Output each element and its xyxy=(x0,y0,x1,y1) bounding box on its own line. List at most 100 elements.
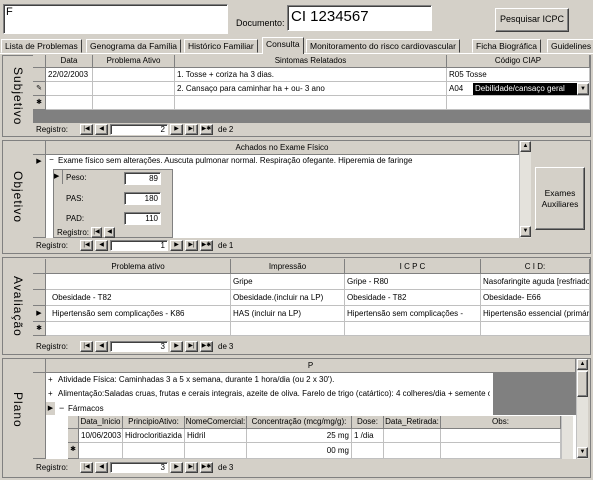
row-selector[interactable] xyxy=(68,429,79,443)
tab-historico-familiar[interactable]: Histórico Familiar xyxy=(184,39,258,53)
new-record-icon[interactable]: ✱ xyxy=(33,322,46,336)
cell-problema[interactable]: Obesidade - T82 xyxy=(46,290,231,306)
first-record-button[interactable]: |◀ xyxy=(80,462,93,473)
cell-impressao[interactable] xyxy=(231,322,345,336)
cell-codigo[interactable]: R05 Tosse xyxy=(447,68,590,82)
record-number-field[interactable]: 1 xyxy=(110,240,168,251)
expand-icon[interactable]: + xyxy=(48,375,56,385)
collapse-icon[interactable]: − xyxy=(47,156,56,165)
row-selector[interactable] xyxy=(33,68,46,82)
pad-field[interactable]: 110 xyxy=(124,212,161,225)
cell-cid[interactable]: Hipertensão essencial (primária)- xyxy=(481,306,590,322)
cell-icpc[interactable]: Gripe - R80 xyxy=(345,274,481,290)
achados-text[interactable]: Exame físico sem alterações. Auscuta pul… xyxy=(58,156,518,166)
next-record-button[interactable]: ▶ xyxy=(170,462,183,473)
prev-record-button[interactable]: ◀ xyxy=(95,341,108,352)
cell-data[interactable]: 22/02/2003 xyxy=(46,68,93,82)
new-record-button[interactable]: ▶✱ xyxy=(200,462,213,473)
cell-problema[interactable] xyxy=(46,322,231,336)
last-record-button[interactable]: ▶| xyxy=(185,240,198,251)
cell-data-retirada[interactable] xyxy=(384,443,441,459)
next-record-button[interactable]: ▶ xyxy=(170,341,183,352)
record-number-field[interactable]: 3 xyxy=(110,341,168,352)
cell-impressao[interactable]: HAS (incluir na LP) xyxy=(231,306,345,322)
row-selector[interactable] xyxy=(33,290,46,306)
cell-impressao[interactable]: Obesidade.(incluir na LP) xyxy=(231,290,345,306)
cell-dose[interactable] xyxy=(352,443,384,459)
cell-problema[interactable] xyxy=(46,274,231,290)
prev-record-button[interactable]: ◀ xyxy=(95,240,108,251)
plano-atividade[interactable]: Atividade Física: Caminhadas 3 a 5 x sem… xyxy=(58,375,490,385)
pas-field[interactable]: 180 xyxy=(124,192,161,205)
cell-cid[interactable]: Nasofaringite aguda [resfriado cor xyxy=(481,274,590,290)
cell-principio-ativo[interactable] xyxy=(123,443,185,459)
cell-data[interactable] xyxy=(46,96,93,110)
cell-concentracao[interactable]: 25 mg xyxy=(247,429,352,443)
last-record-button[interactable]: ▶| xyxy=(185,341,198,352)
ciap-dropdown[interactable]: Debilidade/cansaço geral xyxy=(473,83,577,95)
peso-field[interactable]: 89 xyxy=(124,172,161,185)
vertical-scrollbar[interactable]: ▲ ▼ xyxy=(519,141,531,238)
record-number-field[interactable]: 3 xyxy=(110,462,168,473)
last-record-button[interactable]: ▶| xyxy=(185,124,198,135)
first-record-button[interactable]: |◀ xyxy=(91,227,103,238)
new-record-button[interactable]: ▶✱ xyxy=(200,341,213,352)
scroll-up-icon[interactable]: ▲ xyxy=(520,141,531,152)
tab-ficha-biografica[interactable]: Ficha Biográfica xyxy=(472,39,541,53)
exames-auxiliares-button[interactable]: Exames Auxiliares xyxy=(535,167,585,230)
expand-icon[interactable]: + xyxy=(48,389,56,399)
cell-cid[interactable]: Obesidade- E66 xyxy=(481,290,590,306)
cell-dose[interactable]: 1 /dia xyxy=(352,429,384,443)
cell-problema[interactable] xyxy=(93,82,175,96)
document-field[interactable]: CI 1234567 xyxy=(287,5,432,31)
cell-principio-ativo[interactable]: Hidrocloritiazida xyxy=(123,429,185,443)
tab-consulta[interactable]: Consulta xyxy=(262,37,304,54)
vertical-scrollbar[interactable] xyxy=(561,416,573,459)
new-record-button[interactable]: ▶✱ xyxy=(200,240,213,251)
tab-monitoramento[interactable]: Monitoramento do risco cardiovascular xyxy=(306,39,460,53)
new-record-icon[interactable]: ✱ xyxy=(68,443,79,459)
cell-cid[interactable] xyxy=(481,322,590,336)
cell-problema[interactable] xyxy=(93,68,175,82)
scroll-down-icon[interactable]: ▼ xyxy=(577,447,588,458)
next-record-button[interactable]: ▶ xyxy=(170,240,183,251)
prev-record-button[interactable]: ◀ xyxy=(95,462,108,473)
cell-data-inicio[interactable]: 10/06/2003 xyxy=(79,429,123,443)
pencil-icon[interactable]: ✎ xyxy=(33,82,46,96)
chevron-down-icon[interactable]: ▼ xyxy=(577,83,589,95)
cell-data-inicio[interactable] xyxy=(79,443,123,459)
cell-nome-comercial[interactable] xyxy=(185,443,247,459)
scroll-down-icon[interactable]: ▼ xyxy=(520,226,531,237)
vertical-scrollbar[interactable]: ▲ ▼ xyxy=(576,359,588,459)
cell-obs[interactable] xyxy=(441,429,561,443)
current-row-icon[interactable]: ▶ xyxy=(33,155,46,238)
patient-name-field[interactable]: F xyxy=(3,4,228,34)
prev-record-button[interactable]: ◀ xyxy=(95,124,108,135)
current-row-icon[interactable]: ▶ xyxy=(33,306,46,322)
cell-icpc[interactable]: Obesidade - T82 xyxy=(345,290,481,306)
cell-icpc[interactable] xyxy=(345,322,481,336)
next-record-button[interactable]: ▶ xyxy=(170,124,183,135)
last-record-button[interactable]: ▶| xyxy=(185,462,198,473)
cell-obs[interactable] xyxy=(441,443,561,459)
first-record-button[interactable]: |◀ xyxy=(80,341,93,352)
scroll-up-icon[interactable]: ▲ xyxy=(577,359,588,370)
cell-data-retirada[interactable] xyxy=(384,429,441,443)
cell-problema[interactable]: Hipertensão sem complicações - K86 xyxy=(46,306,231,322)
record-number-field[interactable]: 2 xyxy=(110,124,168,135)
cell-data[interactable] xyxy=(46,82,93,96)
tab-lista-problemas[interactable]: Lista de Problemas xyxy=(1,39,82,53)
cell-nome-comercial[interactable]: Hidril xyxy=(185,429,247,443)
cell-sintomas[interactable]: 1. Tosse + coriza ha 3 dias. xyxy=(175,68,447,82)
cell-sintomas[interactable] xyxy=(175,96,447,110)
cell-icpc[interactable]: Hipertensão sem complicações - xyxy=(345,306,481,322)
cell-sintomas[interactable]: 2. Cansaço para caminhar ha + ou- 3 ano xyxy=(175,82,447,96)
search-icpc-button[interactable]: Pesquisar ICPC xyxy=(495,8,569,32)
cell-concentracao[interactable]: 00 mg xyxy=(247,443,352,459)
tab-genograma[interactable]: Genograma da Família xyxy=(86,39,181,53)
first-record-button[interactable]: |◀ xyxy=(80,240,93,251)
cell-impressao[interactable]: Gripe xyxy=(231,274,345,290)
prev-record-button[interactable]: ◀ xyxy=(104,227,116,238)
scroll-thumb[interactable] xyxy=(577,371,588,397)
plano-alimentacao[interactable]: Alimentação:Saladas cruas, frutas e cera… xyxy=(58,389,490,399)
